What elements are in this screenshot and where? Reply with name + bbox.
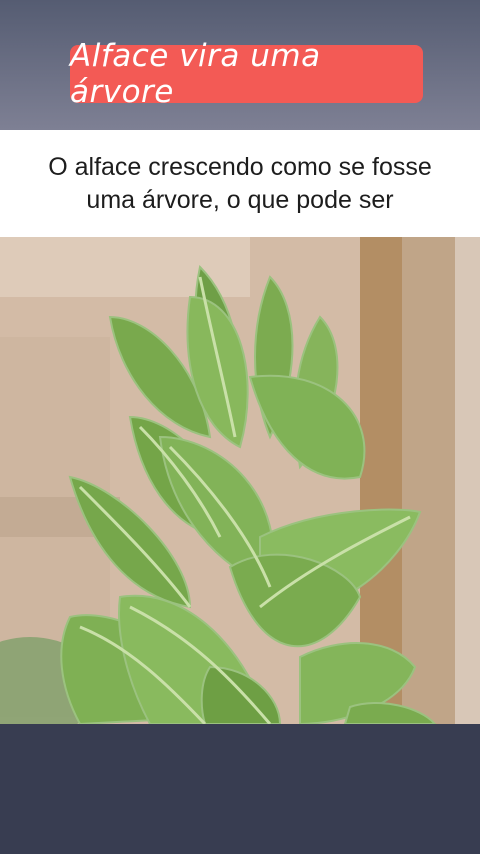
- title-banner: Alface vira uma árvore: [70, 38, 423, 110]
- caption-box: O alface crescendo como se fosse uma árv…: [0, 130, 480, 237]
- caption-text: O alface crescendo como se fosse uma árv…: [48, 152, 432, 214]
- title-banner-text: Alface vira uma árvore: [70, 38, 321, 110]
- bottom-band: [0, 724, 480, 854]
- lettuce-photo: [0, 237, 480, 724]
- lettuce-illustration: [0, 237, 480, 724]
